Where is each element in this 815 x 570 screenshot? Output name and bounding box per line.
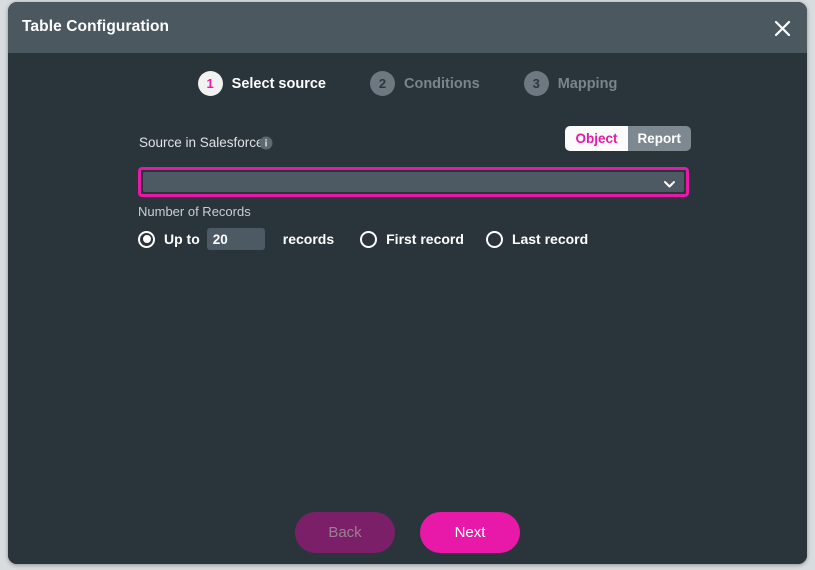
radio-first-record[interactable]: First record (360, 230, 464, 248)
step-select-source[interactable]: 1 Select source (197, 71, 326, 96)
radio-up-to[interactable]: Up to (138, 230, 200, 248)
source-type-toggle: Object Report (565, 126, 691, 151)
dialog-footer: Back Next (8, 512, 807, 553)
radio-first-record-indicator (360, 230, 378, 248)
step-label-3: Mapping (557, 75, 618, 92)
next-button[interactable]: Next (420, 512, 520, 553)
number-of-records-label: Number of Records (138, 204, 251, 219)
radio-last-record[interactable]: Last record (485, 230, 589, 248)
toggle-option-object[interactable]: Object (565, 126, 628, 151)
radio-up-to-label: Up to (164, 231, 200, 247)
step-label-1: Select source (231, 75, 326, 92)
toggle-option-report[interactable]: Report (627, 126, 691, 151)
back-button[interactable]: Back (295, 512, 395, 553)
step-conditions[interactable]: 2 Conditions (369, 71, 480, 96)
screen-root: Table Configuration 1 Select source 2 Co… (0, 0, 815, 570)
source-form: Source in Salesforce Object Report Numbe… (138, 126, 691, 251)
table-configuration-dialog: Table Configuration 1 Select source 2 Co… (8, 2, 807, 564)
step-mapping[interactable]: 3 Mapping (523, 71, 618, 96)
records-count-input[interactable] (206, 228, 265, 250)
dialog-body: 1 Select source 2 Conditions 3 Mapping S… (8, 53, 807, 564)
dialog-header: Table Configuration (8, 2, 807, 53)
close-icon[interactable] (767, 13, 797, 43)
step-number-1: 1 (197, 71, 223, 96)
number-of-records-group: Up to records First record Last record (138, 227, 691, 251)
radio-first-record-label: First record (386, 231, 464, 247)
chevron-down-icon (663, 177, 676, 189)
step-number-3: 3 (523, 71, 549, 96)
source-label: Source in Salesforce (139, 135, 264, 150)
source-field-header: Source in Salesforce Object Report (138, 126, 691, 159)
wizard-stepper: 1 Select source 2 Conditions 3 Mapping (8, 71, 807, 96)
dialog-title: Table Configuration (22, 18, 170, 35)
source-select[interactable] (143, 172, 684, 192)
step-number-2: 2 (369, 71, 395, 96)
radio-up-to-indicator (138, 230, 155, 248)
source-select-focus-ring (138, 167, 689, 197)
records-suffix-label: records (282, 231, 335, 247)
radio-last-record-indicator (485, 230, 503, 248)
step-label-2: Conditions (403, 75, 480, 92)
radio-last-record-label: Last record (511, 231, 589, 247)
info-icon[interactable] (259, 136, 273, 150)
